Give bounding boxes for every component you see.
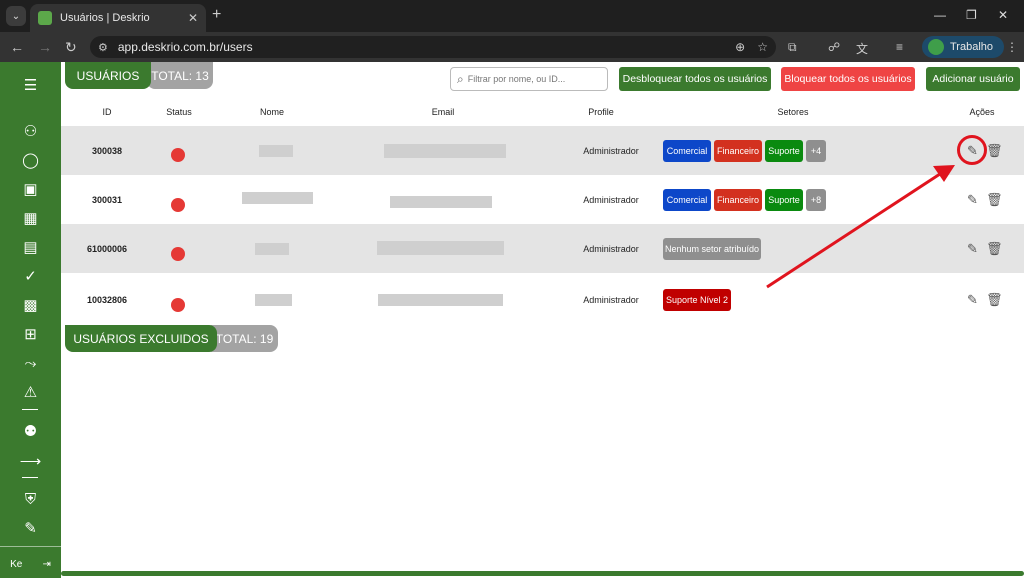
- incognito-icon[interactable]: ☍: [828, 40, 840, 54]
- translate-icon[interactable]: 文: [856, 40, 868, 57]
- sidebar-kanban-icon[interactable]: ▤: [0, 236, 61, 258]
- sidebar-contacts-icon[interactable]: ▣: [0, 178, 61, 200]
- new-tab-icon[interactable]: +: [212, 6, 221, 24]
- zoom-icon[interactable]: ⊕: [735, 40, 745, 54]
- window-close-icon[interactable]: ✕: [998, 8, 1008, 22]
- sidebar: ☰ ⚇ ◯ ▣ ▦ ▤ ✓ ▩ ⊞ ⤳ ⚠ ⚉ ⟶ ⛨ ✎ Ke ⇥: [0, 62, 61, 578]
- sidebar-users-icon[interactable]: ⚉: [0, 420, 61, 442]
- close-tab-icon[interactable]: ✕: [188, 11, 198, 25]
- browser-tab[interactable]: Usuários | Deskrio ✕: [30, 4, 206, 32]
- extensions-icon[interactable]: ⧉: [788, 40, 797, 55]
- reload-icon[interactable]: ↻: [65, 39, 77, 56]
- sidebar-dashboard-icon[interactable]: ▦: [0, 207, 61, 229]
- address-bar: ← → ↻ ⚙ app.deskrio.com.br/users ⊕ ☆ ⧉ ☍…: [0, 32, 1024, 62]
- tab-title: Usuários | Deskrio: [60, 12, 150, 24]
- sidebar-check-icon[interactable]: ✓: [0, 265, 61, 287]
- tab-search-icon[interactable]: ⌄: [6, 6, 26, 26]
- sidebar-divider: [22, 477, 38, 478]
- app-area: ☰ ⚇ ◯ ▣ ▦ ▤ ✓ ▩ ⊞ ⤳ ⚠ ⚉ ⟶ ⛨ ✎ Ke ⇥ TOTAL…: [0, 62, 1024, 578]
- sidebar-shield-icon[interactable]: ⛨: [0, 488, 61, 510]
- restore-icon[interactable]: ❐: [966, 8, 977, 22]
- forward-icon[interactable]: →: [38, 39, 52, 55]
- browser-menu-icon[interactable]: ⋮: [1006, 40, 1018, 54]
- bookmark-star-icon[interactable]: ☆: [757, 40, 768, 54]
- profile-chip[interactable]: Trabalho: [922, 36, 1004, 58]
- site-info-icon[interactable]: ⚙: [98, 41, 108, 54]
- sidebar-person-icon[interactable]: ⚇: [0, 120, 61, 142]
- deskrio-favicon-icon: [38, 11, 52, 25]
- sidebar-calendar-icon[interactable]: ▩: [0, 294, 61, 316]
- sidebar-divider: [22, 409, 38, 410]
- hamburger-menu-icon[interactable]: ☰: [0, 74, 61, 96]
- sidebar-chat-icon[interactable]: ◯: [0, 149, 61, 171]
- sidebar-arrow-icon[interactable]: ⟶: [0, 450, 61, 472]
- sidebar-footer: Ke ⇥: [0, 546, 61, 572]
- omnibox[interactable]: ⚙ app.deskrio.com.br/users ⊕ ☆: [90, 36, 776, 58]
- back-icon[interactable]: ←: [10, 39, 24, 55]
- main-content: TOTAL: 13 USUÁRIOS ⌕ Desbloquear todos o…: [61, 62, 1024, 578]
- sidebar-footer-label: Ke: [10, 558, 23, 570]
- browser-tab-bar: ⌄ Usuários | Deskrio ✕ + — ❐ ✕: [0, 0, 1024, 32]
- horizontal-scrollbar[interactable]: [61, 571, 1024, 576]
- reading-list-icon[interactable]: ≡: [896, 40, 903, 54]
- logout-icon[interactable]: ⇥: [43, 559, 51, 570]
- sidebar-edit-icon[interactable]: ✎: [0, 517, 61, 539]
- minimize-icon[interactable]: —: [934, 8, 946, 22]
- sidebar-alert-icon[interactable]: ⚠: [0, 381, 61, 403]
- sidebar-flow-icon[interactable]: ⤳: [0, 352, 61, 374]
- profile-label: Trabalho: [950, 41, 994, 53]
- annotation-arrow: [766, 165, 955, 289]
- url-text: app.deskrio.com.br/users: [117, 40, 253, 54]
- profile-avatar: [928, 39, 944, 55]
- sidebar-add-message-icon[interactable]: ⊞: [0, 323, 61, 345]
